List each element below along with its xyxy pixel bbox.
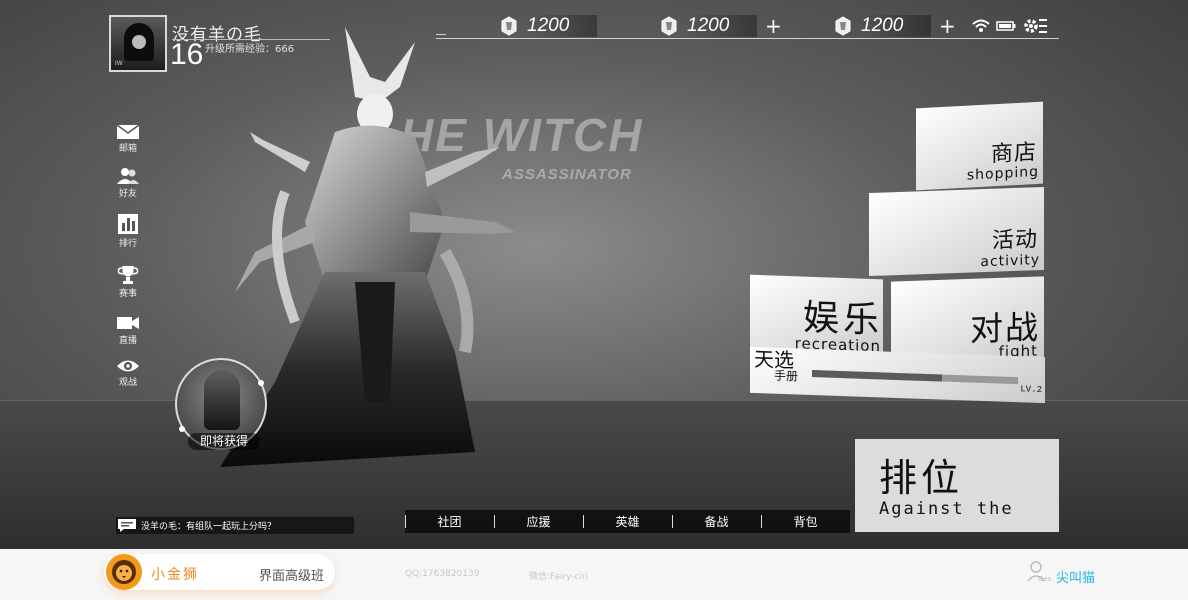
- author-name: 尖叫猫: [1056, 571, 1096, 586]
- reward-orbit-dot: [179, 426, 185, 432]
- sidebar-item-spectate[interactable]: 观战: [112, 358, 144, 388]
- author-des: Des: [1038, 575, 1052, 583]
- activity-label-cn: 活动: [991, 227, 1038, 254]
- recreation-label-cn: 娱乐: [802, 297, 883, 342]
- nav-club[interactable]: 社团: [405, 513, 494, 530]
- sidebar-label-friends: 好友: [118, 189, 137, 199]
- brand-badge: 小金狮 界面高级班: [104, 554, 335, 590]
- player-level: 16: [170, 38, 204, 71]
- crystal-icon: [661, 16, 677, 36]
- currency-3: 1200 +: [834, 14, 956, 38]
- sidebar-label-live: 直播: [118, 336, 137, 346]
- qq-contact: QQ:1763820139: [405, 569, 480, 579]
- settings-icon[interactable]: [1022, 16, 1048, 36]
- sidebar-label-events: 赛事: [118, 289, 137, 299]
- eye-icon: [117, 360, 139, 372]
- chat-bubble-icon: [118, 519, 136, 532]
- sidebar-label-ranking: 排行: [118, 239, 137, 249]
- sidebar-item-live[interactable]: 直播: [112, 314, 144, 346]
- wifi-icon: [972, 19, 990, 32]
- ranked-label-en: Against the: [879, 499, 1014, 519]
- ranking-icon: [118, 214, 138, 234]
- avatar-tag: IW: [115, 60, 123, 67]
- sidebar-item-mail[interactable]: 邮箱: [112, 124, 144, 154]
- chat-bar[interactable]: 没羊の毛：有组队一起玩上分吗？: [116, 517, 354, 534]
- currency-3-amount: 1200: [861, 15, 931, 37]
- reward-orbit-dot: [258, 380, 264, 386]
- fight-label-cn: 对战: [970, 307, 1040, 349]
- player-avatar[interactable]: IW: [109, 15, 167, 72]
- trophy-icon: [117, 266, 139, 284]
- mail-icon: [116, 124, 140, 139]
- reward-character: [204, 370, 240, 430]
- wechat-contact: 微信:Fairy-ciri: [529, 572, 589, 582]
- coin-icon: [835, 16, 851, 36]
- currency-2-amount: 1200: [687, 15, 757, 37]
- lion-logo-icon: [106, 554, 142, 590]
- course-name: 界面高级班: [259, 569, 325, 584]
- fight-button[interactable]: 对战 fight: [891, 276, 1044, 365]
- nav-prepare[interactable]: 备战: [672, 513, 761, 530]
- battle-pass-subtitle: 手册: [774, 368, 799, 384]
- shop-button[interactable]: 商店 shopping: [916, 101, 1043, 191]
- shop-label-cn: 商店: [990, 139, 1037, 168]
- nav-heroes[interactable]: 英雄: [583, 513, 672, 530]
- shop-label-en: shopping: [966, 163, 1039, 184]
- ranked-button[interactable]: 排位 Against the: [855, 439, 1059, 532]
- live-camera-icon: [117, 317, 139, 329]
- activity-button[interactable]: 活动 activity: [869, 186, 1044, 277]
- battle-pass-title: 天选: [754, 346, 794, 373]
- battle-pass-progress-fill: [812, 370, 942, 382]
- currency-2: 1200 +: [660, 14, 782, 38]
- sidebar-item-events[interactable]: 赛事: [112, 265, 144, 299]
- friends-icon: [117, 168, 139, 184]
- add-currency-2-button[interactable]: +: [765, 14, 782, 38]
- reward-label: 即将获得: [188, 433, 260, 450]
- sidebar-item-ranking[interactable]: 排行: [112, 213, 144, 249]
- sidebar-label-mail: 邮箱: [118, 144, 137, 154]
- bottom-nav: 社团 应援 英雄 备战 背包: [405, 510, 850, 533]
- recreation-button[interactable]: 娱乐 recreation: [750, 274, 883, 358]
- battle-pass-level: LV.2: [1020, 384, 1042, 396]
- system-status: [972, 16, 1048, 36]
- ranked-label-cn: 排位: [879, 456, 964, 500]
- sidebar-label-spectate: 观战: [118, 378, 137, 388]
- battery-icon: [996, 21, 1016, 31]
- sidebar-item-friends[interactable]: 好友: [112, 167, 144, 199]
- chat-message: 没羊の毛：有组队一起玩上分吗？: [141, 522, 277, 532]
- avatar-face: [132, 35, 146, 49]
- activity-label-en: activity: [980, 252, 1040, 271]
- nav-support[interactable]: 应援: [494, 513, 583, 530]
- game-lobby-screen: IW 没有羊の毛 16 升级所需经验：666 1200 1200 + 1200 …: [0, 0, 1188, 549]
- battle-pass-progress: [812, 370, 1018, 385]
- battle-pass-button[interactable]: 天选 手册 LV.2: [750, 346, 1045, 404]
- brand-name: 小金狮: [151, 567, 199, 583]
- nav-backpack[interactable]: 背包: [761, 513, 850, 530]
- add-currency-3-button[interactable]: +: [939, 14, 956, 38]
